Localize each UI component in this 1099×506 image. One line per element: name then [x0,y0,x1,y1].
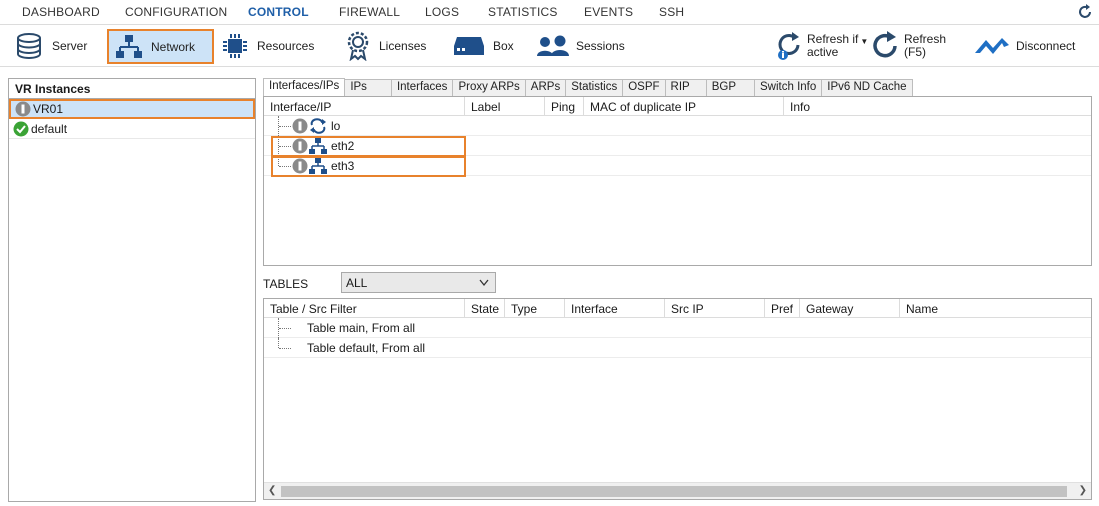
tab-ipv6-nd-cache[interactable]: IPv6 ND Cache [821,79,913,96]
routes-grid: Table / Src Filter State Type Interface … [263,298,1092,500]
refresh-if-active-button[interactable]: Refresh if active ▼ [776,28,868,64]
info-icon [292,118,308,134]
server-button[interactable]: Server [14,28,87,64]
column-info[interactable]: Info [784,97,1091,116]
toolbar: Server Network Resources Licenses Box Se… [0,25,1099,67]
horizontal-scrollbar[interactable]: ❮ ❯ [264,482,1091,499]
tab-arps[interactable]: ARPs [524,79,567,96]
interfaces-grid: Interface/IP Label Ping MAC of duplicate… [263,96,1092,266]
tab-statistics[interactable]: Statistics [565,79,624,96]
nav-firewall[interactable]: FIREWALL [339,5,400,19]
nav-logs[interactable]: LOGS [425,5,459,19]
tables-select[interactable]: ALL [341,272,496,293]
tab-bgp[interactable]: BGP [705,79,755,96]
grid-header: Table / Src Filter State Type Interface … [264,299,1091,318]
vr-instance-vr01[interactable]: VR01 [9,99,255,119]
column-interface[interactable]: Interface [565,299,665,318]
disconnect-icon [975,38,1009,54]
cpu-chip-icon [223,34,247,58]
vr-instance-default[interactable]: default [9,119,255,139]
network-icon [309,138,327,154]
interface-row-eth2[interactable]: eth2 [264,136,1091,156]
disconnect-button[interactable]: Disconnect [974,28,1075,64]
nav-events[interactable]: EVENTS [584,5,633,19]
box-button[interactable]: Box [453,28,514,64]
auto-refresh-icon [778,32,800,60]
dropdown-arrow-icon[interactable]: ▼ [860,37,868,46]
route-table-row-main[interactable]: Table main, From all [264,318,1091,338]
tab-ospf[interactable]: OSPF [622,79,666,96]
database-icon [17,33,41,59]
scroll-left-icon[interactable]: ❮ [268,485,276,496]
refresh-icon [873,31,897,58]
column-state[interactable]: State [465,299,505,318]
scrollbar-thumb[interactable] [281,486,1067,497]
network-button[interactable]: Network [107,29,214,64]
tab-rip[interactable]: RIP [664,79,707,96]
column-table-src-filter[interactable]: Table / Src Filter [264,299,465,318]
column-label[interactable]: Label [465,97,545,116]
sessions-button[interactable]: Sessions [536,28,625,64]
panel-title: VR Instances [9,79,255,99]
server-box-icon [454,37,484,55]
tab-bar: Interfaces/IPs IPs Interfaces Proxy ARPs… [263,78,913,96]
chevron-down-icon [479,279,489,287]
reload-icon[interactable] [1075,2,1095,22]
top-navigation: DASHBOARD CONFIGURATION CONTROL FIREWALL… [0,0,1099,25]
refresh-button[interactable]: Refresh (F5) [872,28,946,64]
column-gateway[interactable]: Gateway [800,299,900,318]
info-icon [292,138,308,154]
nav-ssh[interactable]: SSH [659,5,684,19]
tab-proxy-arps[interactable]: Proxy ARPs [452,79,526,96]
loopback-icon [310,118,326,134]
tab-interfaces[interactable]: Interfaces [390,79,454,96]
interface-row-eth3[interactable]: eth3 [264,156,1091,176]
tab-ips[interactable]: IPs [344,79,392,96]
column-name[interactable]: Name [900,299,1091,318]
licenses-button[interactable]: Licenses [345,28,426,64]
route-table-row-default[interactable]: Table default, From all [264,338,1091,358]
users-icon [537,35,569,56]
network-icon [309,158,327,174]
column-mac-duplicate-ip[interactable]: MAC of duplicate IP [584,97,784,116]
resources-button[interactable]: Resources [221,28,314,64]
check-icon [13,121,29,136]
nav-statistics[interactable]: STATISTICS [488,5,558,19]
nav-dashboard[interactable]: DASHBOARD [22,5,100,19]
nav-control[interactable]: CONTROL [248,5,309,19]
tab-interfaces-ips[interactable]: Interfaces/IPs [263,78,346,96]
nav-configuration[interactable]: CONFIGURATION [125,5,227,19]
column-ping[interactable]: Ping [545,97,584,116]
vr-instances-panel: VR Instances VR01 default [8,78,256,502]
scroll-right-icon[interactable]: ❯ [1079,485,1087,496]
grid-header: Interface/IP Label Ping MAC of duplicate… [264,97,1091,116]
tab-switch-info[interactable]: Switch Info [754,79,823,96]
column-pref[interactable]: Pref [765,299,800,318]
certificate-icon [347,31,369,61]
info-icon [15,101,31,117]
tables-label: TABLES [263,277,309,291]
column-interface-ip[interactable]: Interface/IP [264,97,465,116]
column-type[interactable]: Type [505,299,565,318]
network-icon [116,34,142,58]
interface-row-lo[interactable]: lo [264,116,1091,136]
info-icon [292,158,308,174]
column-src-ip[interactable]: Src IP [665,299,765,318]
